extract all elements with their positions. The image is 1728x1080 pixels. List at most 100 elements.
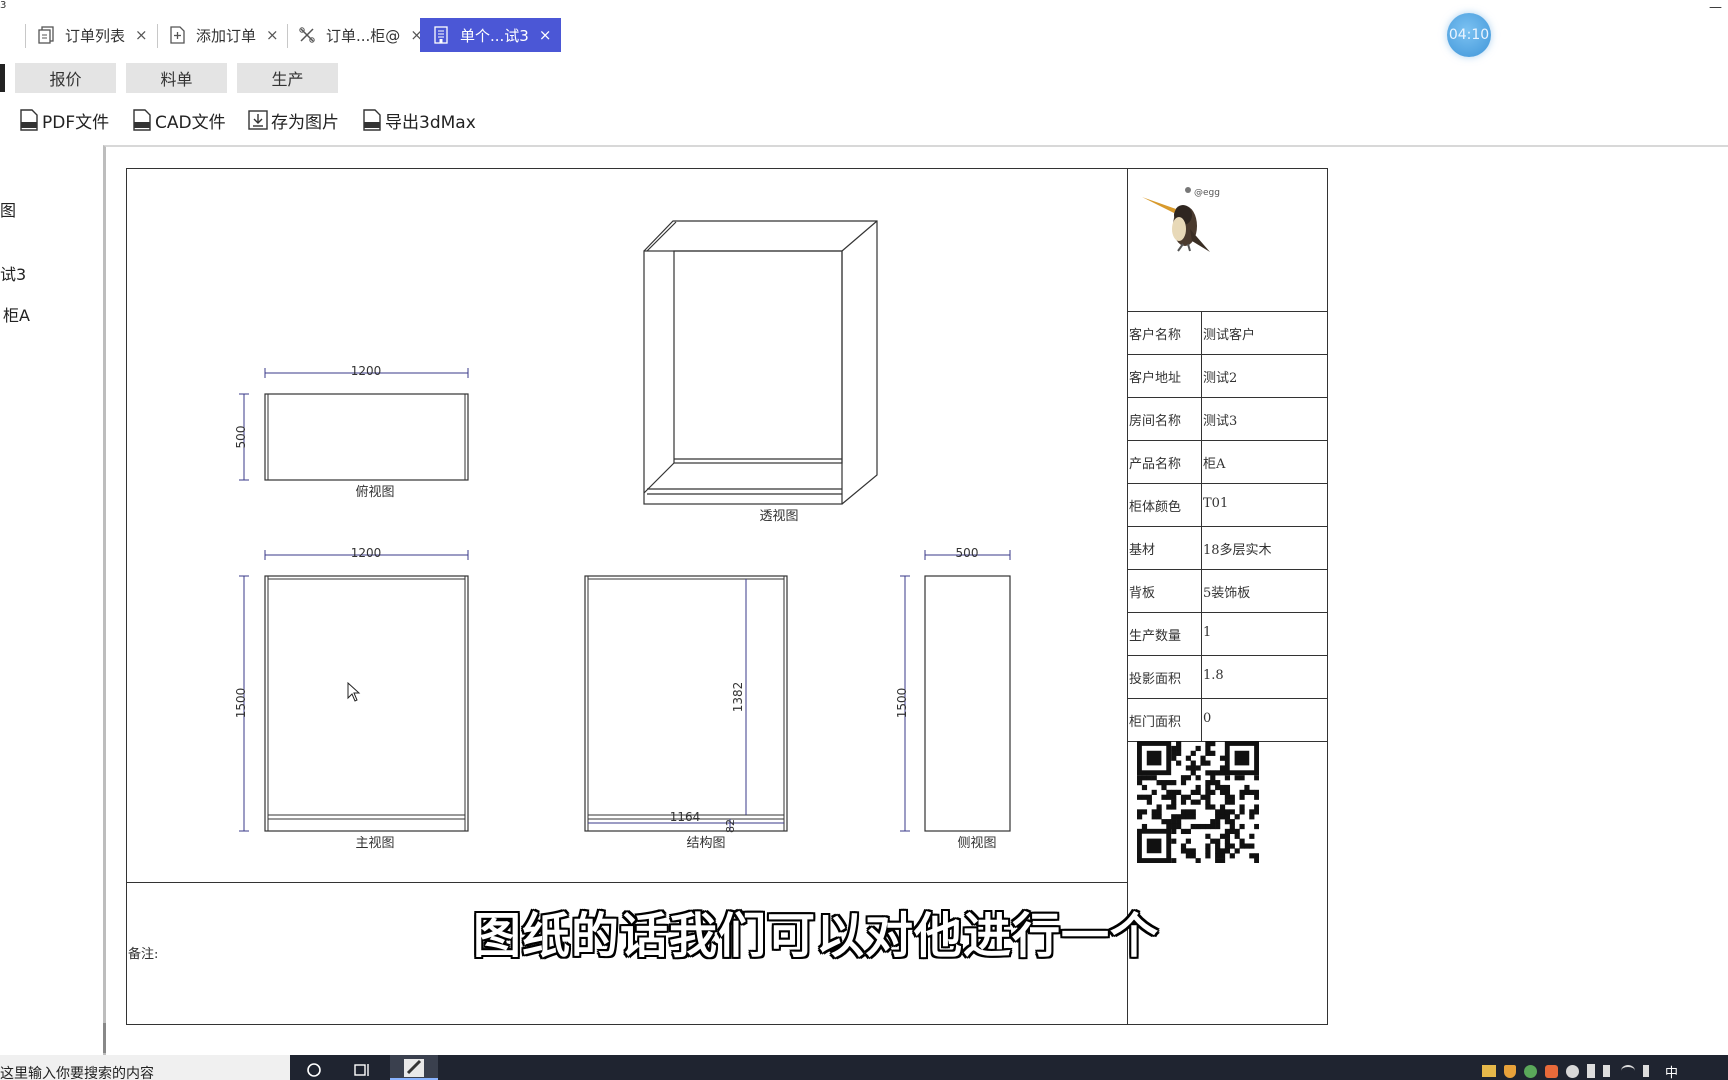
info-row: 投影面积 1.8: [1128, 656, 1328, 699]
structure-inner-width-dim: 1164: [670, 810, 701, 824]
tray-wifi-icon: [1621, 1065, 1635, 1077]
top-view-width-dim: 1200: [351, 364, 382, 378]
tab-label: 订单...柜@: [326, 26, 401, 45]
export-3dmax-button[interactable]: 导出3dMax: [362, 108, 476, 133]
info-row: 产品名称 柜A: [1128, 441, 1328, 484]
tray-speaker-icon: [1603, 1065, 1613, 1077]
save-image-label: 存为图片: [271, 112, 339, 133]
tree-item-drawing[interactable]: 图: [0, 197, 16, 221]
task-view-icon[interactable]: [352, 1060, 372, 1080]
tab-order-cabinet[interactable]: 订单...柜@ ×: [298, 18, 423, 52]
info-row: 柜体颜色 T01: [1128, 484, 1328, 527]
info-key: 柜门面积: [1129, 715, 1182, 730]
tab-label: 订单列表: [65, 26, 126, 45]
tab-order-list[interactable]: 订单列表 ×: [37, 18, 148, 52]
info-key: 投影面积: [1129, 672, 1182, 687]
mouse-cursor-icon: [347, 681, 361, 706]
info-value: 测试客户: [1203, 328, 1256, 343]
front-view-width-dim: 1200: [351, 546, 382, 560]
export-cad-button[interactable]: CAD文件: [132, 108, 226, 133]
left-accent-bar: [0, 64, 5, 92]
info-row: 客户名称 测试客户: [1128, 312, 1328, 355]
info-row: 背板 5装饰板: [1128, 570, 1328, 613]
info-value: 0: [1203, 711, 1212, 726]
close-icon[interactable]: ×: [266, 26, 279, 44]
perspective-caption: 透视图: [759, 509, 798, 524]
download-icon: [248, 110, 268, 130]
side-view-caption: 侧视图: [957, 836, 996, 851]
tray-app-icon: [1545, 1064, 1558, 1078]
info-row: 生产数量 1: [1128, 613, 1328, 656]
side-view-height-dim: 1500: [895, 688, 909, 719]
add-document-icon: [168, 26, 186, 44]
app-window: 3 — 订单列表 × 添加订单 × 订单...柜@ × 单个...试3 × 04…: [0, 0, 1728, 1080]
export-pdf-button[interactable]: PDF文件: [19, 108, 110, 133]
structure-plinth-dim: 82: [724, 819, 737, 833]
close-icon[interactable]: ×: [135, 26, 148, 44]
tray-shield-icon: [1504, 1064, 1516, 1078]
info-key: 房间名称: [1129, 414, 1182, 429]
remarks-label: 备注:: [128, 947, 159, 962]
quote-button[interactable]: 报价: [15, 63, 116, 93]
material-list-button[interactable]: 料单: [126, 63, 227, 93]
info-row: 客户地址 测试2: [1128, 355, 1328, 398]
tree-item-room[interactable]: 试3: [0, 261, 26, 285]
structure-view-caption: 结构图: [686, 836, 725, 851]
info-key: 背板: [1129, 586, 1156, 601]
taskbar-app-button[interactable]: [390, 1055, 438, 1080]
side-view-depth-dim: 500: [956, 546, 979, 560]
info-value: 柜A: [1203, 457, 1226, 472]
info-value: 测试3: [1203, 414, 1238, 429]
timer-badge[interactable]: 04:10: [1447, 13, 1491, 57]
pdf-file-icon: [20, 109, 38, 131]
info-row: 柜门面积 0: [1128, 699, 1328, 742]
info-value: 测试2: [1203, 371, 1238, 386]
window-corner-mark: 3: [0, 0, 7, 11]
structure-inner-height-dim: 1382: [731, 682, 745, 713]
system-tray: 中: [1482, 1062, 1686, 1080]
front-view-caption: 主视图: [355, 836, 394, 851]
info-key: 产品名称: [1129, 457, 1182, 472]
tree-item-cabinet[interactable]: 柜A: [3, 302, 30, 326]
tab-single-cabinet[interactable]: 单个...试3 ×: [420, 18, 562, 52]
canvas-edge: [103, 1023, 106, 1053]
export-3dmax-label: 导出3dMax: [385, 112, 476, 133]
tab-add-order[interactable]: 添加订单 ×: [168, 18, 279, 52]
top-view: [239, 368, 469, 481]
tab-divider: [287, 24, 288, 48]
info-key: 基材: [1129, 543, 1156, 558]
bird-logo-icon: @egg: [1142, 187, 1220, 252]
cortana-icon[interactable]: [304, 1060, 324, 1080]
taskbar-search-input[interactable]: 这里输入你要搜索的内容: [0, 1063, 154, 1080]
info-value: 1: [1203, 625, 1212, 640]
app-icon: [404, 1059, 424, 1077]
info-value: T01: [1203, 496, 1229, 511]
minimize-button[interactable]: —: [1709, 0, 1722, 15]
tab-label: 单个...试3: [460, 26, 529, 45]
info-value: 5装饰板: [1203, 586, 1251, 601]
building-icon: [432, 26, 450, 44]
video-subtitle: 图纸的话我们可以对他进行一个: [473, 908, 1160, 964]
export-pdf-label: PDF文件: [42, 112, 110, 133]
tray-volume-icon: [1643, 1065, 1657, 1077]
info-value: 18多层实木: [1203, 543, 1272, 558]
drawing-area: 1200 500 俯视图 透视图 1200 1500 主视图 1382 1164…: [127, 169, 1127, 882]
tray-app-icon: [1566, 1064, 1579, 1078]
info-row: 基材 18多层实木: [1128, 527, 1328, 570]
logo-text: @egg: [1194, 188, 1220, 198]
tray-ime-indicator[interactable]: 中: [1665, 1062, 1678, 1080]
side-view: [900, 550, 1011, 832]
export-file-icon: [363, 109, 381, 131]
document-list-icon: [37, 26, 55, 44]
close-icon[interactable]: ×: [539, 26, 552, 44]
export-cad-label: CAD文件: [155, 112, 226, 133]
tab-divider: [157, 24, 158, 48]
production-button[interactable]: 生产: [237, 63, 338, 93]
info-value: 1.8: [1203, 668, 1224, 683]
tray-app-icon: [1524, 1064, 1537, 1078]
save-image-button[interactable]: 存为图片: [248, 108, 339, 133]
qr-code-icon: [1137, 741, 1260, 864]
structure-view: [584, 575, 788, 832]
front-view-height-dim: 1500: [234, 688, 248, 719]
logo-box: @egg: [1128, 169, 1328, 312]
